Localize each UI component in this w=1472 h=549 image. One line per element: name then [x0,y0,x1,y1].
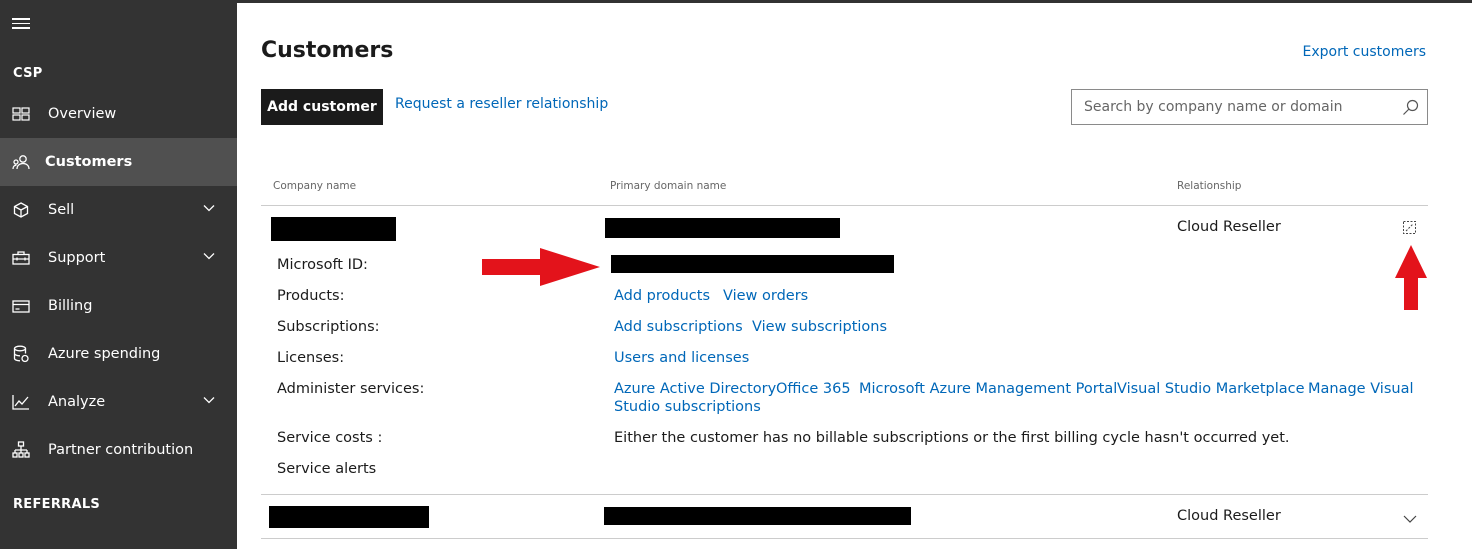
azure-management-portal-link[interactable]: Microsoft Azure Management Portal [859,381,1117,397]
sidebar-item-support[interactable]: Support [0,234,237,282]
request-reseller-relationship-link[interactable]: Request a reseller relationship [395,96,608,112]
sidebar-item-label: Analyze [48,394,106,410]
sidebar-item-label: Partner contribution [48,442,194,458]
sidebar: CSP Overview Customers Sell Support Bill… [0,0,237,549]
page-title: Customers [261,38,394,63]
search-input[interactable] [1072,90,1382,124]
service-costs-label: Service costs : [277,430,383,446]
column-header-primary-domain: Primary domain name [610,180,727,192]
relationship-value: Cloud Reseller [1177,508,1281,524]
products-label: Products: [277,288,345,304]
sidebar-section-csp: CSP [13,66,43,81]
sidebar-item-label: Customers [45,154,133,170]
sidebar-item-label: Support [48,250,106,266]
users-and-licenses-link[interactable]: Users and licenses [614,350,749,366]
column-header-relationship: Relationship [1177,180,1242,192]
add-products-link[interactable]: Add products [614,288,710,304]
sidebar-item-azure-spending[interactable]: Azure spending [0,330,237,378]
billing-icon [11,296,31,316]
chevron-down-icon[interactable] [1403,515,1417,523]
chevron-down-icon [203,205,215,212]
redacted-domain-name [605,218,840,238]
hierarchy-icon [11,440,31,460]
visual-studio-marketplace-link[interactable]: Visual Studio Marketplace [1117,381,1305,397]
sidebar-item-billing[interactable]: Billing [0,282,237,330]
row-divider [261,494,1428,495]
chevron-down-icon [203,397,215,404]
administer-services-label: Administer services: [277,381,425,397]
redacted-microsoft-id [611,255,894,273]
sidebar-item-analyze[interactable]: Analyze [0,378,237,426]
sidebar-item-label: Azure spending [48,346,161,362]
redacted-domain-name [604,507,911,525]
table-header-divider [261,205,1428,206]
row-divider [261,538,1428,539]
microsoft-id-label: Microsoft ID: [277,257,368,273]
subscriptions-label: Subscriptions: [277,319,380,335]
service-alerts-label: Service alerts [277,461,377,477]
service-costs-text: Either the customer has no billable subs… [614,430,1290,446]
chart-icon [11,392,31,412]
redacted-company-name [269,506,429,528]
sidebar-item-label: Overview [48,106,117,122]
sidebar-item-sell[interactable]: Sell [0,186,237,234]
customers-icon [11,152,31,172]
search-icon[interactable] [1402,99,1419,116]
search-box [1071,89,1428,125]
sidebar-item-partner-contribution[interactable]: Partner contribution [0,426,237,474]
azure-active-directory-link[interactable]: Azure Active Directory [614,381,776,397]
red-arrow-up-icon [1395,245,1427,310]
overview-icon [11,104,31,124]
red-arrow-right-icon [482,248,600,286]
view-orders-link[interactable]: View orders [723,288,808,304]
column-header-company-name: Company name [273,180,357,192]
licenses-label: Licenses: [277,350,345,366]
sidebar-item-label: Sell [48,202,75,218]
sidebar-item-label: Billing [48,298,93,314]
add-customer-button[interactable]: Add customer [261,89,383,125]
collapse-icon[interactable] [1403,221,1416,234]
sidebar-item-overview[interactable]: Overview [0,90,237,138]
sidebar-section-referrals: REFERRALS [13,497,101,512]
add-subscriptions-link[interactable]: Add subscriptions [614,319,743,335]
sidebar-item-customers[interactable]: Customers [0,138,237,186]
view-subscriptions-link[interactable]: View subscriptions [752,319,887,335]
chevron-down-icon [203,253,215,260]
manage-visual-studio-subscriptions-link[interactable]: Manage Visual [1308,381,1414,397]
office-365-link[interactable]: Office 365 [776,381,851,397]
manage-visual-studio-subscriptions-link-line2[interactable]: Studio subscriptions [614,399,761,415]
export-customers-link[interactable]: Export customers [1303,44,1427,60]
redacted-company-name [271,217,396,241]
box-icon [11,200,31,220]
relationship-value: Cloud Reseller [1177,219,1281,235]
hamburger-menu-icon[interactable] [12,18,30,32]
database-icon [11,344,31,364]
toolbox-icon [11,248,31,268]
